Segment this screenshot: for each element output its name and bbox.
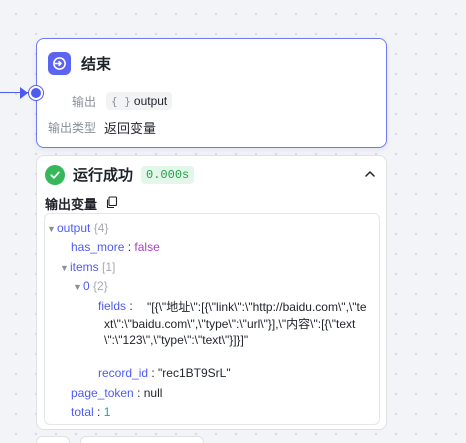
output-variable-label: 输出变量 bbox=[45, 197, 98, 212]
tree-key: 0 bbox=[83, 279, 90, 293]
node-title: 结束 bbox=[81, 56, 112, 73]
tree-key: page_token bbox=[71, 386, 134, 400]
output-variable-heading: 输出变量 bbox=[45, 194, 118, 213]
output-variable-tag[interactable]: { } output bbox=[106, 92, 173, 110]
node-header: 结束 bbox=[48, 52, 111, 75]
tree-value: "rec1BT9SrL" bbox=[158, 366, 231, 380]
run-result-panel: 运行成功 0.000s 输出变量 ▼output {4} has_more : … bbox=[36, 155, 387, 430]
output-label: 输出 bbox=[72, 94, 97, 109]
check-circle-icon bbox=[45, 164, 65, 185]
tree-node-page-token: page_token : null bbox=[71, 386, 163, 400]
braces-icon: { } bbox=[111, 94, 131, 108]
tree-value: false bbox=[134, 240, 160, 254]
tree-count: {4} bbox=[93, 221, 109, 235]
end-node-icon bbox=[48, 52, 71, 75]
json-tree: ▼output {4} has_more : false ▼items [1] … bbox=[44, 213, 380, 425]
tree-node-record-id: record_id : "rec1BT9SrL" bbox=[98, 366, 231, 380]
input-port[interactable] bbox=[29, 86, 43, 100]
tree-key: total bbox=[71, 405, 94, 419]
output-type-row: 输出类型 返回变量 bbox=[48, 118, 156, 137]
caret-down-icon[interactable]: ▼ bbox=[73, 277, 83, 297]
run-result-header: 运行成功 0.000s bbox=[45, 164, 195, 185]
tree-key: items bbox=[70, 260, 99, 274]
tree-value: 1 bbox=[103, 405, 111, 419]
tree-value-fields: "[{\"地址\":[{\"link\":\"http://baidu.com\… bbox=[104, 300, 367, 347]
tree-key: record_id bbox=[98, 366, 149, 380]
tree-value: null bbox=[143, 386, 163, 400]
copy-icon[interactable] bbox=[105, 195, 118, 212]
output-row: 输出 { } output bbox=[72, 92, 173, 110]
output-type-value: 返回变量 bbox=[104, 121, 157, 136]
output-type-label: 输出类型 bbox=[48, 121, 97, 135]
caret-down-icon[interactable]: ▼ bbox=[47, 219, 57, 239]
end-node-card[interactable]: 结束 输出 { } output 输出类型 返回变量 bbox=[36, 38, 387, 148]
tree-node-index[interactable]: ▼0 {2} bbox=[73, 276, 108, 297]
chevron-up-icon[interactable] bbox=[364, 167, 376, 185]
tree-node-output[interactable]: ▼output {4} bbox=[47, 218, 108, 239]
duration-badge: 0.000s bbox=[141, 165, 195, 184]
tree-count: [1] bbox=[102, 260, 116, 274]
tree-count: {2} bbox=[93, 279, 108, 293]
tree-node-total: total : 1 bbox=[71, 405, 111, 419]
output-variable-name: output bbox=[133, 94, 168, 108]
tree-node-items[interactable]: ▼items [1] bbox=[60, 257, 115, 278]
bottom-tab[interactable] bbox=[36, 436, 70, 443]
tree-key: output bbox=[57, 221, 91, 235]
bottom-tab[interactable] bbox=[80, 436, 204, 443]
edge-arrow-icon bbox=[20, 87, 28, 99]
caret-down-icon[interactable]: ▼ bbox=[60, 258, 70, 278]
run-status: 运行成功 bbox=[73, 167, 134, 184]
tree-key: has_more bbox=[71, 240, 125, 254]
tree-node-has-more: has_more : false bbox=[71, 240, 160, 254]
